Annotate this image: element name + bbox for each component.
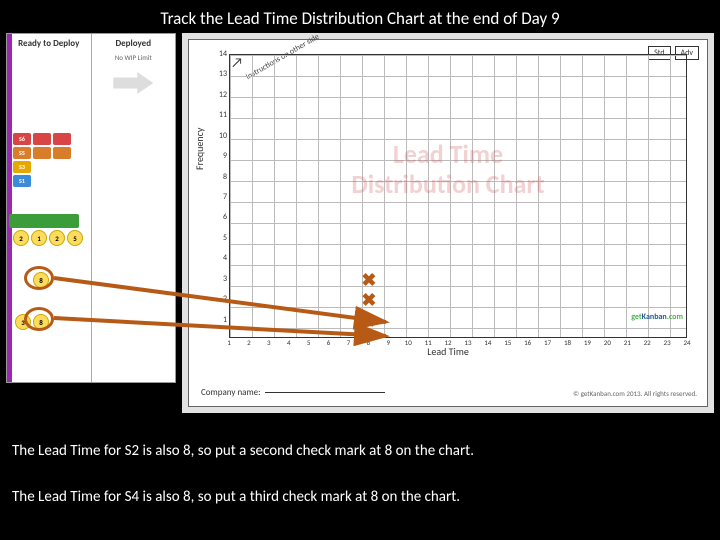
kanban-col-deployed: Deployed: [96, 38, 172, 49]
sticker: 1: [31, 230, 47, 246]
brand-logo: getKanban.com: [631, 312, 683, 322]
card: [53, 133, 71, 145]
card-s1: S1: [13, 175, 31, 187]
lead-time-chart: ↗ Instructions on other side Std Adv 123…: [182, 33, 714, 413]
caption-line-1: The Lead Time for S2 is also 8, so put a…: [12, 442, 474, 460]
sticker: 5: [67, 230, 83, 246]
board-spine: [7, 34, 12, 382]
sticker: 2: [49, 230, 65, 246]
slide-title: Track the Lead Time Distribution Chart a…: [0, 0, 720, 33]
card-s5: S5: [13, 147, 31, 159]
sticker: 2: [13, 230, 29, 246]
chart-grid: [229, 54, 687, 338]
circle-annotation-s4: [24, 307, 54, 331]
caption-line-2: The Lead Time for S4 is also 8, so put a…: [12, 488, 460, 506]
company-name-field: Company name:: [201, 387, 385, 398]
x-axis-label: Lead Time: [189, 345, 707, 358]
kanban-col-ready: Ready to Deploy: [11, 38, 87, 49]
kanban-board-image: Ready to Deploy Deployed No WIP Limit S6…: [6, 33, 176, 383]
card: [53, 147, 71, 159]
circle-annotation-s2: [24, 266, 54, 290]
kanban-band: [9, 214, 79, 228]
copyright-text: © getKanban.com 2013. All rights reserve…: [573, 389, 697, 398]
y-axis-label: Frequency: [193, 128, 206, 170]
card-s3: S3: [13, 161, 31, 173]
card-s6: S6: [13, 133, 31, 145]
kanban-col-deployed-sub: No WIP Limit: [96, 53, 172, 62]
main-content: Ready to Deploy Deployed No WIP Limit S6…: [0, 33, 720, 413]
y-axis-ticks: 1234567891011121314: [213, 54, 227, 338]
card: [33, 147, 51, 159]
deploy-arrow-icon: [113, 72, 153, 94]
card: [33, 133, 51, 145]
